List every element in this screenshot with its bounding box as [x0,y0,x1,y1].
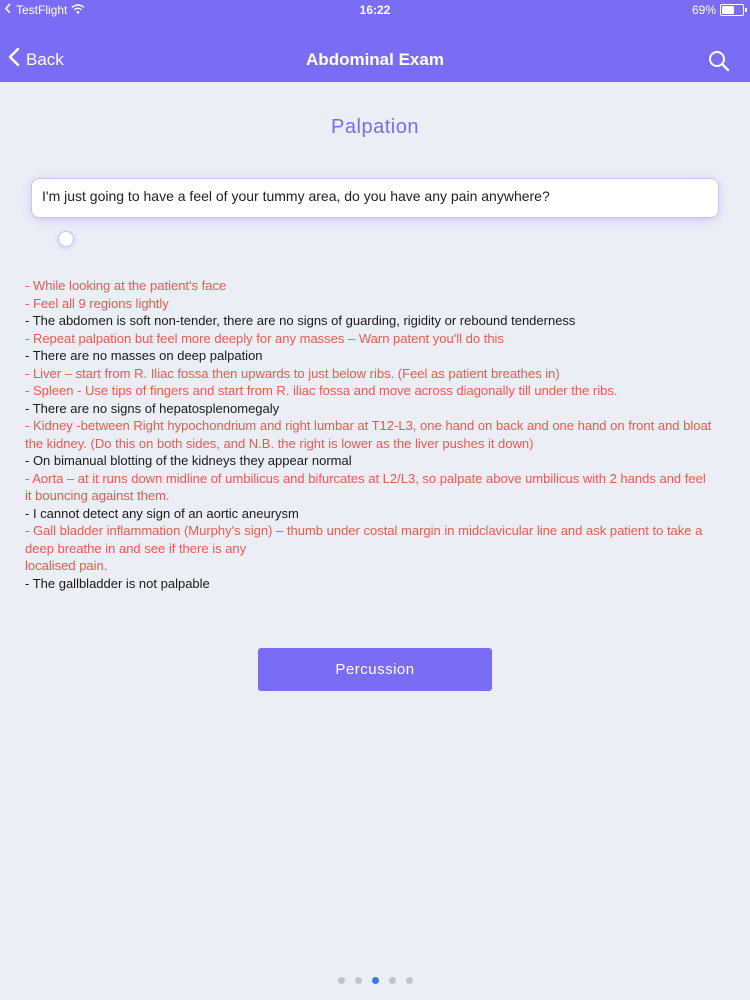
status-right: 69% [691,3,747,17]
percussion-button[interactable]: Percussion [258,648,492,691]
page-dot[interactable] [388,977,396,984]
page-dot[interactable] [371,977,379,984]
nav-bar: Back Abdominal Exam [0,38,750,82]
header: TestFlight 16:22 69% Back Abdominal Exam [0,0,750,82]
note-line: - There are no signs of hepatosplenomega… [25,400,280,416]
battery-icon [720,4,747,16]
page-title: Palpation [331,116,419,138]
exam-notes: - While looking at the patient's face - F… [25,277,715,592]
battery-tip [745,8,747,12]
note-line: - Repeat palpation but feel more deeply … [25,330,504,346]
note-line: - The gallbladder is not palpable [25,575,210,591]
note-line: - Aorta – at it runs down midline of umb… [25,470,706,504]
note-line: - I cannot detect any sign of an aortic … [25,505,299,521]
status-time: 16:22 [359,3,391,17]
speech-bubble-tail [59,232,73,246]
page-dot[interactable] [405,977,413,984]
note-line: - On bimanual blotting of the kidneys th… [25,453,352,468]
note-line: - While looking at the patient's face [25,278,227,293]
battery-percent: 69% [691,3,716,17]
page-indicator[interactable] [0,977,750,984]
page-dot[interactable] [337,977,345,984]
note-line: - Spleen - Use tips of fingers and start… [25,383,618,398]
note-line: - Gall bladder inflammation (Murphy's si… [25,523,703,556]
search-button[interactable] [708,50,730,72]
note-line: - Kidney -between Right hypochondrium an… [25,418,712,451]
page-dot[interactable] [354,977,362,984]
battery-fill [722,6,734,14]
note-line: - Liver – start from R. Iliac fossa then… [25,365,560,381]
note-line: localised pain. [25,558,108,573]
nav-title: Abdominal Exam [306,50,444,69]
note-line: - Feel all 9 regions lightly [25,295,169,311]
search-icon [708,51,730,76]
status-bar: TestFlight 16:22 69% [0,0,750,20]
note-line: - The abdomen is soft non-tender, there … [25,313,576,328]
note-line: - There are no masses on deep palpation [25,348,263,363]
speech-bubble: I'm just going to have a feel of your tu… [32,179,718,217]
